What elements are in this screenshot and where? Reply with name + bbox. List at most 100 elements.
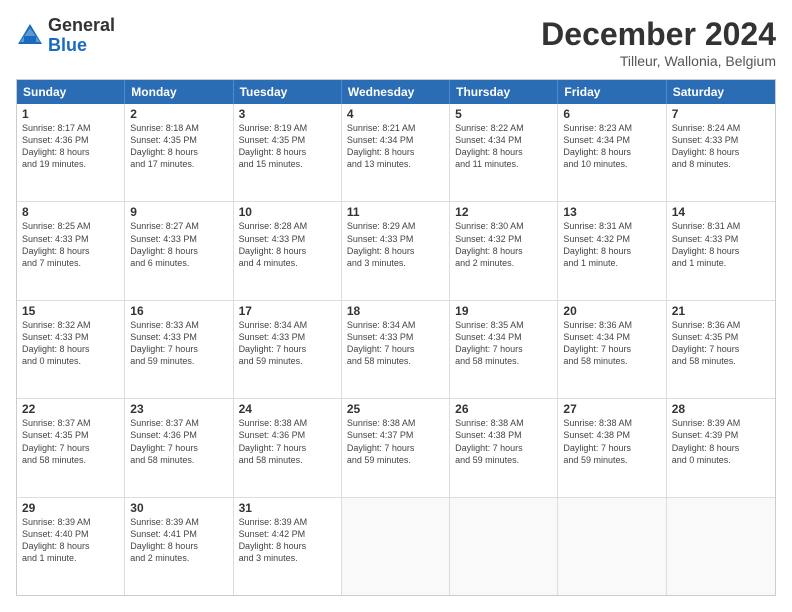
day-number: 19 xyxy=(455,304,552,318)
day-number: 22 xyxy=(22,402,119,416)
header-day-wednesday: Wednesday xyxy=(342,80,450,104)
cell-info: Sunrise: 8:31 AMSunset: 4:33 PMDaylight:… xyxy=(672,220,770,269)
calendar-cell-29: 29Sunrise: 8:39 AMSunset: 4:40 PMDayligh… xyxy=(17,498,125,595)
cell-info: Sunrise: 8:30 AMSunset: 4:32 PMDaylight:… xyxy=(455,220,552,269)
day-number: 12 xyxy=(455,205,552,219)
cell-info: Sunrise: 8:24 AMSunset: 4:33 PMDaylight:… xyxy=(672,122,770,171)
cell-info: Sunrise: 8:28 AMSunset: 4:33 PMDaylight:… xyxy=(239,220,336,269)
calendar-cell-2: 2Sunrise: 8:18 AMSunset: 4:35 PMDaylight… xyxy=(125,104,233,201)
header-day-tuesday: Tuesday xyxy=(234,80,342,104)
cell-info: Sunrise: 8:36 AMSunset: 4:34 PMDaylight:… xyxy=(563,319,660,368)
day-number: 25 xyxy=(347,402,444,416)
calendar-cell-9: 9Sunrise: 8:27 AMSunset: 4:33 PMDaylight… xyxy=(125,202,233,299)
day-number: 23 xyxy=(130,402,227,416)
day-number: 4 xyxy=(347,107,444,121)
cell-info: Sunrise: 8:18 AMSunset: 4:35 PMDaylight:… xyxy=(130,122,227,171)
cell-info: Sunrise: 8:37 AMSunset: 4:36 PMDaylight:… xyxy=(130,417,227,466)
cell-info: Sunrise: 8:23 AMSunset: 4:34 PMDaylight:… xyxy=(563,122,660,171)
day-number: 3 xyxy=(239,107,336,121)
calendar-cell-10: 10Sunrise: 8:28 AMSunset: 4:33 PMDayligh… xyxy=(234,202,342,299)
title-block: December 2024 Tilleur, Wallonia, Belgium xyxy=(541,16,776,69)
cell-info: Sunrise: 8:22 AMSunset: 4:34 PMDaylight:… xyxy=(455,122,552,171)
cell-info: Sunrise: 8:33 AMSunset: 4:33 PMDaylight:… xyxy=(130,319,227,368)
header-day-friday: Friday xyxy=(558,80,666,104)
cell-info: Sunrise: 8:35 AMSunset: 4:34 PMDaylight:… xyxy=(455,319,552,368)
header-day-sunday: Sunday xyxy=(17,80,125,104)
day-number: 27 xyxy=(563,402,660,416)
header: General Blue December 2024 Tilleur, Wall… xyxy=(16,16,776,69)
calendar-cell-1: 1Sunrise: 8:17 AMSunset: 4:36 PMDaylight… xyxy=(17,104,125,201)
calendar-cell-empty xyxy=(450,498,558,595)
calendar-cell-7: 7Sunrise: 8:24 AMSunset: 4:33 PMDaylight… xyxy=(667,104,775,201)
calendar-row-2: 8Sunrise: 8:25 AMSunset: 4:33 PMDaylight… xyxy=(17,202,775,300)
calendar-cell-15: 15Sunrise: 8:32 AMSunset: 4:33 PMDayligh… xyxy=(17,301,125,398)
day-number: 26 xyxy=(455,402,552,416)
calendar-cell-30: 30Sunrise: 8:39 AMSunset: 4:41 PMDayligh… xyxy=(125,498,233,595)
cell-info: Sunrise: 8:37 AMSunset: 4:35 PMDaylight:… xyxy=(22,417,119,466)
day-number: 21 xyxy=(672,304,770,318)
day-number: 24 xyxy=(239,402,336,416)
cell-info: Sunrise: 8:27 AMSunset: 4:33 PMDaylight:… xyxy=(130,220,227,269)
cell-info: Sunrise: 8:38 AMSunset: 4:37 PMDaylight:… xyxy=(347,417,444,466)
cell-info: Sunrise: 8:25 AMSunset: 4:33 PMDaylight:… xyxy=(22,220,119,269)
day-number: 9 xyxy=(130,205,227,219)
day-number: 2 xyxy=(130,107,227,121)
header-day-saturday: Saturday xyxy=(667,80,775,104)
month-title: December 2024 xyxy=(541,16,776,53)
cell-info: Sunrise: 8:39 AMSunset: 4:39 PMDaylight:… xyxy=(672,417,770,466)
cell-info: Sunrise: 8:34 AMSunset: 4:33 PMDaylight:… xyxy=(347,319,444,368)
day-number: 18 xyxy=(347,304,444,318)
day-number: 8 xyxy=(22,205,119,219)
cell-info: Sunrise: 8:32 AMSunset: 4:33 PMDaylight:… xyxy=(22,319,119,368)
header-day-thursday: Thursday xyxy=(450,80,558,104)
calendar-cell-28: 28Sunrise: 8:39 AMSunset: 4:39 PMDayligh… xyxy=(667,399,775,496)
calendar-cell-23: 23Sunrise: 8:37 AMSunset: 4:36 PMDayligh… xyxy=(125,399,233,496)
calendar-cell-25: 25Sunrise: 8:38 AMSunset: 4:37 PMDayligh… xyxy=(342,399,450,496)
cell-info: Sunrise: 8:34 AMSunset: 4:33 PMDaylight:… xyxy=(239,319,336,368)
calendar-cell-13: 13Sunrise: 8:31 AMSunset: 4:32 PMDayligh… xyxy=(558,202,666,299)
calendar-cell-12: 12Sunrise: 8:30 AMSunset: 4:32 PMDayligh… xyxy=(450,202,558,299)
day-number: 11 xyxy=(347,205,444,219)
logo-icon xyxy=(16,22,44,50)
cell-info: Sunrise: 8:17 AMSunset: 4:36 PMDaylight:… xyxy=(22,122,119,171)
cell-info: Sunrise: 8:31 AMSunset: 4:32 PMDaylight:… xyxy=(563,220,660,269)
day-number: 28 xyxy=(672,402,770,416)
cell-info: Sunrise: 8:19 AMSunset: 4:35 PMDaylight:… xyxy=(239,122,336,171)
calendar-cell-8: 8Sunrise: 8:25 AMSunset: 4:33 PMDaylight… xyxy=(17,202,125,299)
calendar-cell-14: 14Sunrise: 8:31 AMSunset: 4:33 PMDayligh… xyxy=(667,202,775,299)
day-number: 14 xyxy=(672,205,770,219)
calendar-row-3: 15Sunrise: 8:32 AMSunset: 4:33 PMDayligh… xyxy=(17,301,775,399)
location-subtitle: Tilleur, Wallonia, Belgium xyxy=(541,53,776,69)
day-number: 29 xyxy=(22,501,119,515)
day-number: 1 xyxy=(22,107,119,121)
calendar-cell-3: 3Sunrise: 8:19 AMSunset: 4:35 PMDaylight… xyxy=(234,104,342,201)
day-number: 6 xyxy=(563,107,660,121)
cell-info: Sunrise: 8:21 AMSunset: 4:34 PMDaylight:… xyxy=(347,122,444,171)
calendar-cell-17: 17Sunrise: 8:34 AMSunset: 4:33 PMDayligh… xyxy=(234,301,342,398)
calendar-row-1: 1Sunrise: 8:17 AMSunset: 4:36 PMDaylight… xyxy=(17,104,775,202)
day-number: 20 xyxy=(563,304,660,318)
calendar-header: SundayMondayTuesdayWednesdayThursdayFrid… xyxy=(17,80,775,104)
logo-blue-text: Blue xyxy=(48,36,115,56)
cell-info: Sunrise: 8:38 AMSunset: 4:36 PMDaylight:… xyxy=(239,417,336,466)
calendar-cell-21: 21Sunrise: 8:36 AMSunset: 4:35 PMDayligh… xyxy=(667,301,775,398)
day-number: 15 xyxy=(22,304,119,318)
cell-info: Sunrise: 8:29 AMSunset: 4:33 PMDaylight:… xyxy=(347,220,444,269)
day-number: 7 xyxy=(672,107,770,121)
cell-info: Sunrise: 8:36 AMSunset: 4:35 PMDaylight:… xyxy=(672,319,770,368)
logo-text: General Blue xyxy=(48,16,115,56)
calendar: SundayMondayTuesdayWednesdayThursdayFrid… xyxy=(16,79,776,596)
calendar-cell-24: 24Sunrise: 8:38 AMSunset: 4:36 PMDayligh… xyxy=(234,399,342,496)
cell-info: Sunrise: 8:38 AMSunset: 4:38 PMDaylight:… xyxy=(455,417,552,466)
cell-info: Sunrise: 8:39 AMSunset: 4:40 PMDaylight:… xyxy=(22,516,119,565)
calendar-cell-31: 31Sunrise: 8:39 AMSunset: 4:42 PMDayligh… xyxy=(234,498,342,595)
day-number: 5 xyxy=(455,107,552,121)
cell-info: Sunrise: 8:39 AMSunset: 4:41 PMDaylight:… xyxy=(130,516,227,565)
calendar-cell-6: 6Sunrise: 8:23 AMSunset: 4:34 PMDaylight… xyxy=(558,104,666,201)
day-number: 31 xyxy=(239,501,336,515)
calendar-body: 1Sunrise: 8:17 AMSunset: 4:36 PMDaylight… xyxy=(17,104,775,595)
calendar-cell-26: 26Sunrise: 8:38 AMSunset: 4:38 PMDayligh… xyxy=(450,399,558,496)
logo: General Blue xyxy=(16,16,115,56)
day-number: 13 xyxy=(563,205,660,219)
calendar-cell-18: 18Sunrise: 8:34 AMSunset: 4:33 PMDayligh… xyxy=(342,301,450,398)
